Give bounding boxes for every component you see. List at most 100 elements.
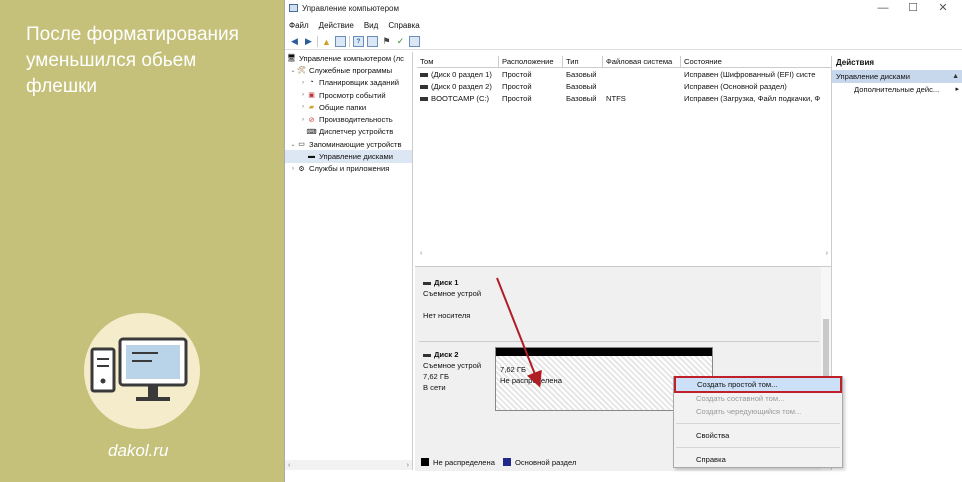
properties-icon[interactable] (367, 36, 378, 47)
chevron-right-icon[interactable]: › (289, 166, 297, 172)
services-icon: ⚙ (298, 165, 305, 173)
tree-item-label: Производительность (319, 115, 393, 125)
table-cell: Базовый (566, 69, 597, 79)
column-header[interactable]: Состояние (681, 56, 831, 67)
show-tree-icon[interactable] (335, 36, 346, 47)
tree-item-services[interactable]: › ⚙ Службы и приложения (285, 163, 412, 175)
clock-icon: ◔ (309, 79, 314, 87)
storage-icon: ▭ (298, 141, 305, 149)
cell-text: (Диск 0 раздел 1) (431, 69, 492, 79)
navigation-tree: 🖥 Управление компьютером (лс ⌄ 🛠 Служебн… (285, 52, 413, 470)
table-row[interactable]: (Диск 0 раздел 1) Простой Базовый Исправ… (417, 68, 831, 80)
column-header[interactable]: Расположение (499, 56, 563, 67)
table-horizontal-scrollbar[interactable]: ‹ › (417, 250, 831, 260)
legend-label: Не распределена (433, 457, 495, 467)
scroll-left-icon[interactable]: ‹ (288, 462, 290, 469)
column-header[interactable]: Файловая система (603, 56, 681, 67)
menu-separator (676, 447, 840, 448)
menu-view[interactable]: Вид (364, 21, 378, 30)
actions-section-disk-management[interactable]: Управление дисками ▲ (832, 70, 962, 83)
back-icon[interactable]: ◀ (289, 36, 300, 47)
menu-item-create-simple-volume[interactable]: Создать простой том... (674, 376, 842, 393)
device-manager-icon: ⌨ (306, 128, 317, 136)
tree-item-label: Просмотр событий (319, 90, 386, 100)
chevron-right-icon[interactable]: › (299, 80, 307, 86)
tree-horizontal-scrollbar[interactable]: ‹ › (285, 460, 412, 470)
table-row[interactable]: BOOTCAMP (C:) Простой Базовый NTFS Испра… (417, 92, 831, 104)
table-cell: Простой (502, 93, 532, 103)
title-bar: Управление компьютером — ☐ ✕ (285, 0, 962, 16)
column-header[interactable]: Тип (563, 56, 603, 67)
volume-table: Том Расположение Тип Файловая система Со… (417, 56, 831, 261)
disk-name-text: Диск 2 (434, 350, 459, 359)
menu-action[interactable]: Действие (319, 21, 354, 30)
refresh-icon[interactable] (409, 36, 420, 47)
connect-icon[interactable]: ⚑ (381, 36, 392, 47)
cell-text: BOOTCAMP (C:) (431, 93, 490, 103)
menu-item-help[interactable]: Справка (674, 453, 842, 466)
app-icon (289, 4, 298, 12)
chevron-down-icon[interactable]: ⌄ (289, 67, 297, 74)
menu-item-properties[interactable]: Свойства (674, 429, 842, 442)
tree-item-device-manager[interactable]: ⌨ Диспетчер устройств (285, 126, 412, 138)
scroll-right-icon[interactable]: › (407, 462, 409, 469)
tree-item-computer-management[interactable]: 🖥 Управление компьютером (лс (285, 52, 412, 64)
collapse-icon[interactable]: ▲ (952, 70, 959, 83)
event-log-icon: ▣ (308, 92, 315, 100)
caption-line: уменьшился обьем (26, 50, 197, 71)
tree-item-storage[interactable]: ⌄ ▭ Запоминающие устройств (285, 138, 412, 150)
forward-icon[interactable]: ▶ (303, 36, 314, 47)
tree-item-task-scheduler[interactable]: › ◔ Планировщик заданий (285, 77, 412, 89)
up-folder-icon[interactable]: ▲ (321, 36, 332, 47)
action-label: Дополнительные дейс... (854, 85, 940, 94)
help-icon[interactable]: ? (353, 36, 364, 47)
menu-help[interactable]: Справка (388, 21, 419, 30)
tree-item-shared-folders[interactable]: › ▰ Общие папки (285, 101, 412, 113)
disk-2-label[interactable]: Диск 2 Съемное устрой 7,62 ГБ В сети (423, 349, 495, 393)
menu-separator (676, 423, 840, 424)
minimize-button[interactable]: — (868, 0, 898, 16)
disk-1-label[interactable]: Диск 1 Съемное устрой Нет носителя (423, 277, 495, 321)
disk-type: Съемное устрой (423, 361, 482, 370)
chevron-right-icon[interactable]: › (299, 104, 307, 110)
table-cell-volume: BOOTCAMP (C:) (417, 94, 499, 103)
toolbar-separator (349, 36, 350, 47)
partition-bar (496, 348, 712, 356)
computer-illustration-icon (84, 313, 200, 429)
tree-item-event-viewer[interactable]: › ▣ Просмотр событий (285, 89, 412, 101)
column-header[interactable]: Том (417, 56, 499, 67)
computer-icon: 🖥 (287, 55, 296, 63)
disk-status: В сети (423, 383, 446, 392)
maximize-button[interactable]: ☐ (898, 0, 928, 16)
table-row[interactable]: (Диск 0 раздел 2) Простой Базовый Исправ… (417, 80, 831, 92)
table-cell-volume: (Диск 0 раздел 2) (417, 82, 499, 91)
legend-label: Основной раздел (514, 457, 577, 467)
drive-icon (420, 96, 428, 101)
chevron-right-icon[interactable]: › (299, 117, 307, 123)
scroll-right-icon[interactable]: › (826, 250, 828, 260)
cell-text: (Диск 0 раздел 2) (431, 81, 492, 91)
disk-status: Нет носителя (423, 311, 471, 320)
more-actions-item[interactable]: Дополнительные дейс... ▸ (832, 83, 962, 97)
performance-icon: ⊘ (308, 116, 315, 124)
caption-line: флешки (26, 76, 98, 97)
tree-item-disk-management[interactable]: ▬ Управление дисками (285, 150, 412, 163)
close-button[interactable]: ✕ (928, 0, 958, 16)
menu-item-create-spanned-volume: Создать составной том... (696, 394, 785, 403)
disk-name: Диск 2 (423, 349, 495, 360)
toolbar: ◀ ▶ ▲ ? ⚑ ✓ (285, 34, 962, 50)
tree-item-label: Службы и приложения (309, 164, 390, 174)
tree-item-system-tools[interactable]: ⌄ 🛠 Служебные программы (285, 64, 412, 76)
context-menu: Создать простой том... Создать составной… (673, 376, 843, 468)
chevron-down-icon[interactable]: ⌄ (289, 141, 297, 148)
chevron-right-icon[interactable]: › (299, 92, 307, 98)
table-cell: NTFS (606, 93, 626, 103)
window-controls: — ☐ ✕ (868, 0, 958, 16)
tree-item-performance[interactable]: › ⊘ Производительность (285, 113, 412, 125)
promo-panel: После форматирования уменьшился обьем фл… (0, 0, 284, 482)
caption-text: После форматирования уменьшился обьем фл… (26, 22, 276, 100)
menu-file[interactable]: Файл (289, 21, 309, 30)
check-icon[interactable]: ✓ (395, 36, 406, 47)
scroll-left-icon[interactable]: ‹ (420, 250, 422, 260)
table-cell: Исправен (Основной раздел) (684, 81, 787, 91)
